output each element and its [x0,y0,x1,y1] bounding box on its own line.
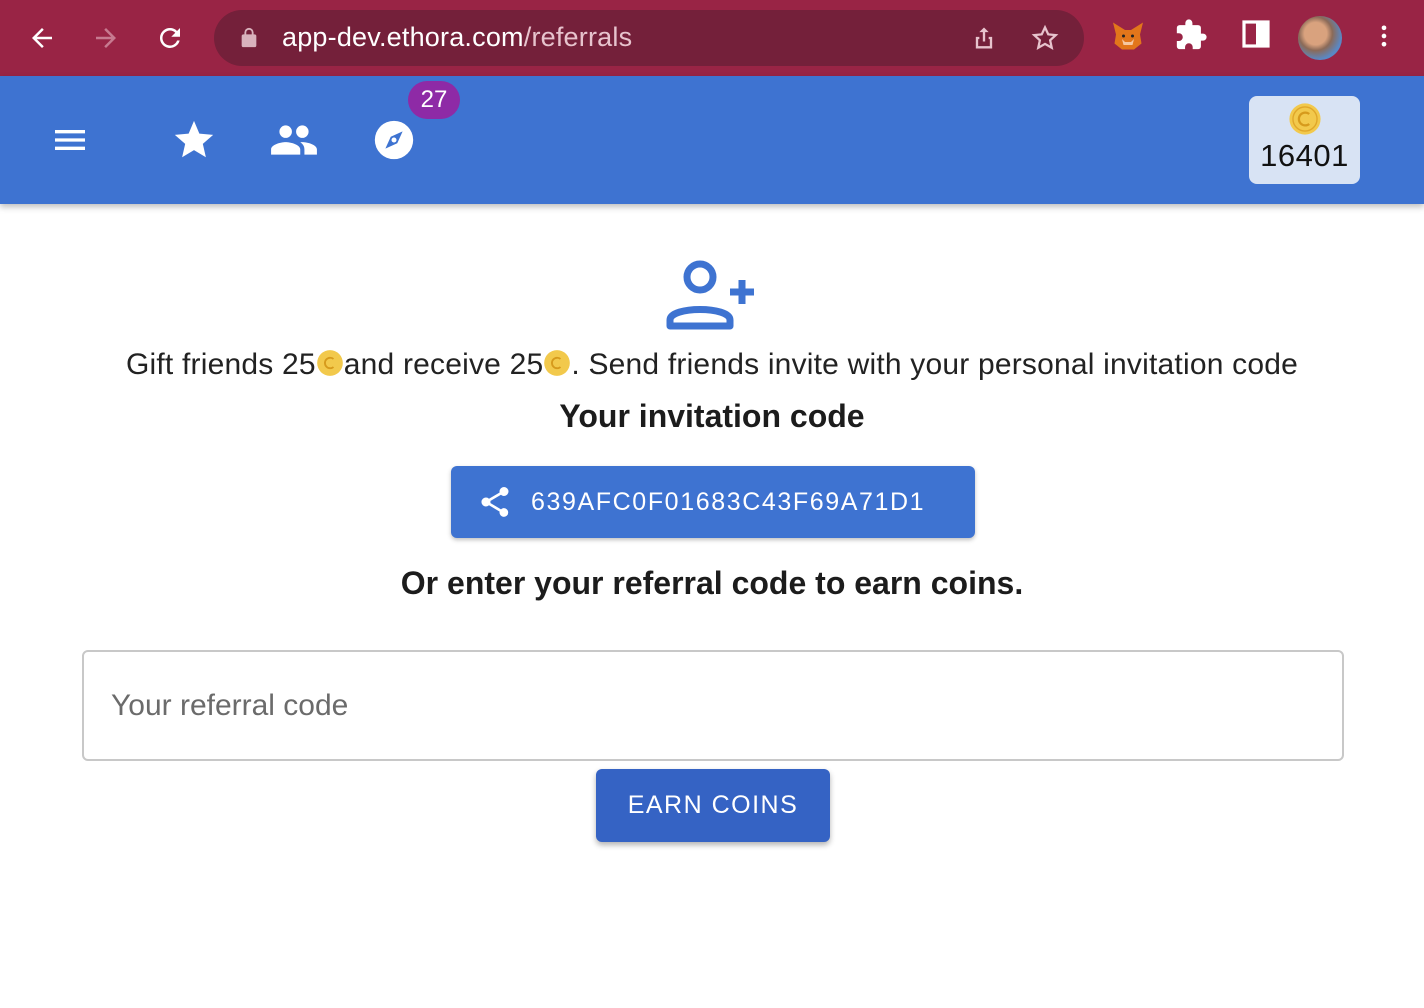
back-button[interactable] [18,14,66,62]
forward-arrow-icon [96,28,116,48]
browser-toolbar: app-dev.ethora.com/referrals [0,0,1424,76]
coin-icon [544,350,571,376]
coin-balance-button[interactable]: 16401 [1249,96,1360,184]
people-icon [271,125,317,155]
compass-icon [374,120,414,160]
reload-icon [159,27,180,48]
favorites-button[interactable] [168,114,220,166]
forward-button[interactable] [82,14,130,62]
referral-prompt: Or enter your referral code to earn coin… [400,565,1024,601]
star-icon [174,120,214,158]
side-panel-icon[interactable] [1240,18,1272,50]
more-vert-icon[interactable] [1370,18,1398,54]
explore-button[interactable] [368,114,420,166]
share-page-icon[interactable] [970,23,998,53]
coin-icon [316,350,343,376]
reload-button[interactable] [146,14,194,62]
menu-button[interactable] [46,116,94,164]
app-bar: 27 16401 [0,76,1424,204]
gift-description: Gift friends 25 and receive 25. Send frie… [126,348,1298,381]
metamask-fox-icon[interactable] [1110,18,1146,54]
coin-balance-amount: 16401 [1260,138,1349,173]
share-invitation-code-button[interactable]: 639AFC0F01683C43F69A71D1 [451,466,975,538]
groups-button[interactable] [266,114,322,166]
lock-icon [241,27,257,48]
share-icon [481,487,509,517]
hamburger-menu-icon [55,130,85,150]
invitation-code-heading: Your invitation code [559,398,865,434]
back-arrow-icon [32,28,52,48]
bookmark-star-icon[interactable] [1030,23,1060,53]
add-person-icon [666,260,754,330]
referral-code-input[interactable] [82,650,1344,761]
url-text: app-dev.ethora.com/referrals [282,22,633,52]
notification-badge: 27 [408,81,460,119]
address-bar[interactable]: app-dev.ethora.com/referrals [214,10,1084,66]
profile-avatar[interactable] [1298,16,1342,60]
invitation-code-text: 639AFC0F01683C43F69A71D1 [531,487,926,516]
earn-coins-button[interactable]: EARN COINS [596,769,830,842]
extensions-puzzle-icon[interactable] [1174,18,1208,52]
coin-icon [1288,103,1321,135]
